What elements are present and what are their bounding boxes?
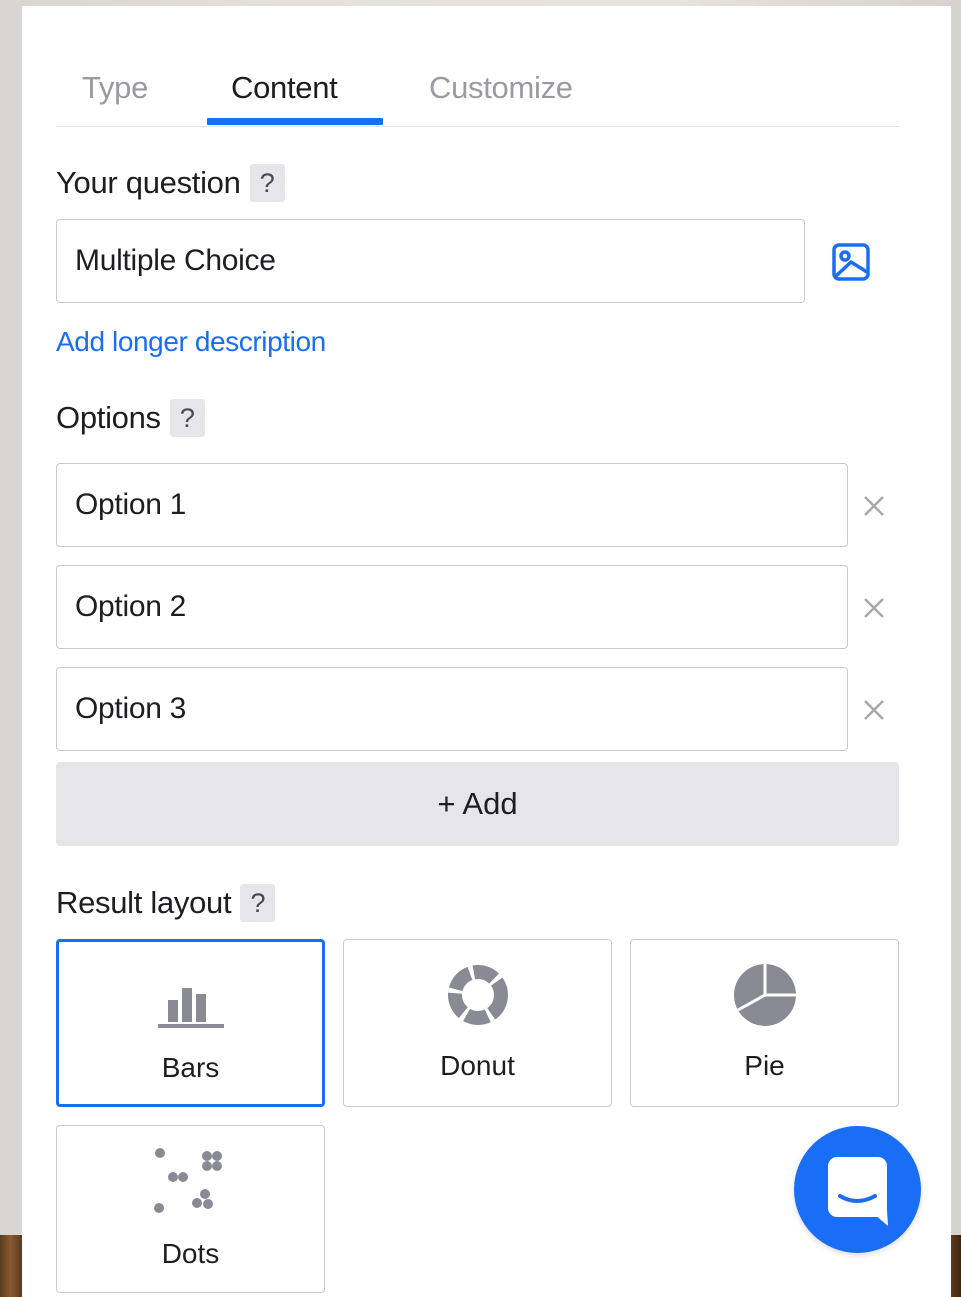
layout-card-bars[interactable]: Bars [56, 939, 325, 1107]
close-icon [864, 700, 884, 720]
result-layout-section-label: Result layout ? [56, 884, 276, 922]
question-input[interactable] [56, 219, 805, 303]
remove-option-1-button[interactable] [858, 490, 890, 522]
option-input-2[interactable] [56, 565, 848, 649]
question-section-label: Your question ? [56, 164, 285, 202]
layout-card-label: Donut [440, 1050, 515, 1081]
layout-card-label: Pie [744, 1050, 785, 1081]
question-label: Your question [56, 165, 241, 200]
remove-option-3-button[interactable] [858, 694, 890, 726]
pie-chart-icon [733, 964, 796, 1026]
bars-chart-icon [157, 988, 224, 1028]
chat-icon [828, 1157, 888, 1226]
layout-card-dots[interactable]: Dots [56, 1125, 325, 1293]
tab-customize[interactable]: Customize [429, 70, 573, 106]
image-icon [832, 243, 870, 281]
add-option-button[interactable]: + Add [56, 762, 899, 846]
remove-option-2-button[interactable] [858, 592, 890, 624]
donut-chart-icon [447, 965, 508, 1025]
option-input-1[interactable] [56, 463, 848, 547]
close-icon [864, 496, 884, 516]
editor-tabs: Type Content Customize [56, 6, 900, 127]
chat-launcher-button[interactable] [794, 1126, 921, 1253]
tab-content[interactable]: Content [231, 70, 338, 106]
result-layout-label: Result layout [56, 885, 232, 920]
layout-card-label: Dots [161, 1238, 220, 1269]
result-layout-help-button[interactable]: ? [240, 884, 276, 922]
layout-card-pie[interactable]: Pie [630, 939, 899, 1107]
options-help-button[interactable]: ? [169, 399, 205, 437]
option-input-3[interactable] [56, 667, 848, 751]
dots-chart-icon [153, 1148, 222, 1213]
options-label: Options [56, 400, 161, 435]
layout-card-donut[interactable]: Donut [343, 939, 612, 1107]
active-tab-indicator [207, 118, 383, 125]
layout-card-label: Bars [161, 1052, 220, 1083]
add-description-link[interactable]: Add longer description [56, 326, 326, 358]
options-section-label: Options ? [56, 399, 205, 437]
add-image-button[interactable] [829, 240, 873, 284]
tab-type[interactable]: Type [82, 70, 148, 106]
question-editor-panel: Type Content Customize Your question ? A… [22, 6, 951, 1297]
close-icon [864, 598, 884, 618]
question-help-button[interactable]: ? [249, 164, 285, 202]
